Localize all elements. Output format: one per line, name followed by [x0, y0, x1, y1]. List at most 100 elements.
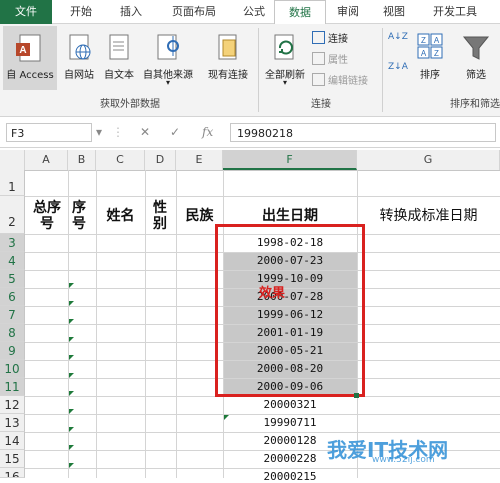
row-header-14[interactable]: 14	[0, 432, 25, 450]
tab-data[interactable]: 数据	[274, 0, 326, 26]
existing-connections-icon	[218, 34, 237, 60]
watermark-url: www.52ij.com	[372, 455, 435, 465]
tab-page-layout[interactable]: 页面布局	[158, 0, 230, 24]
svg-text:A: A	[421, 49, 427, 58]
header-convert-standard-date: 转换成标准日期	[379, 208, 478, 224]
cell-f12[interactable]: 20000321	[223, 398, 357, 411]
other-sources-icon	[157, 34, 179, 60]
fill-handle[interactable]	[354, 393, 359, 398]
tab-view[interactable]: 视图	[372, 0, 416, 24]
column-header-b[interactable]: B	[68, 150, 96, 170]
formula-input[interactable]: 19980218	[230, 123, 496, 142]
column-header-d[interactable]: D	[145, 150, 176, 170]
group-label-external-data: 获取外部数据	[100, 99, 160, 110]
cell-f16[interactable]: 20000215	[223, 470, 357, 483]
edit-links-label: 编辑链接	[328, 76, 368, 87]
row-header-5[interactable]: 5	[0, 270, 25, 288]
error-indicator-icon	[224, 415, 229, 420]
row-header-9[interactable]: 9	[0, 342, 25, 360]
grid-line	[25, 468, 500, 469]
header-ethnicity: 民族	[185, 208, 214, 224]
column-header-e[interactable]: E	[176, 150, 223, 170]
edit-links-button[interactable]: 编辑链接	[312, 72, 368, 87]
svg-text:A: A	[19, 45, 26, 56]
edit-links-icon	[312, 73, 325, 86]
row-header-6[interactable]: 6	[0, 288, 25, 306]
row-header-10[interactable]: 10	[0, 360, 25, 378]
filter-label: 筛选	[466, 70, 486, 81]
row-header-1[interactable]: 1	[0, 170, 25, 196]
worksheet-grid: A B C D E F G 1 2 3 4 5 6 7 8 9 10 11 12…	[0, 150, 500, 483]
grid-line	[25, 432, 500, 433]
cell-f13[interactable]: 19990711	[223, 416, 357, 429]
row-header-8[interactable]: 8	[0, 324, 25, 342]
row-header-12[interactable]: 12	[0, 396, 25, 414]
row-header-16[interactable]: 16	[0, 468, 25, 478]
row-header-13[interactable]: 13	[0, 414, 25, 432]
properties-icon	[312, 52, 325, 65]
header-birth-date: 出生日期	[262, 208, 318, 224]
insert-function-icon[interactable]: fx	[202, 125, 213, 139]
properties-button[interactable]: 属性	[312, 51, 348, 66]
existing-connections-label: 现有连接	[208, 70, 248, 81]
name-box-dropdown-icon[interactable]: ▾	[96, 125, 102, 139]
column-header-a[interactable]: A	[25, 150, 68, 170]
highlight-box	[215, 224, 365, 397]
tab-file[interactable]: 文件	[0, 0, 52, 24]
row-header-4[interactable]: 4	[0, 252, 25, 270]
error-indicator-icon	[69, 301, 74, 306]
error-indicator-icon	[69, 463, 74, 468]
from-access-button[interactable]: A 自 Access	[3, 26, 57, 90]
formula-bar-dots-icon: ⋮	[112, 125, 124, 139]
row-header-15[interactable]: 15	[0, 450, 25, 468]
properties-label: 属性	[328, 55, 348, 66]
tab-developer[interactable]: 开发工具	[420, 0, 490, 24]
svg-text:Z: Z	[421, 36, 426, 45]
row-header-7[interactable]: 7	[0, 306, 25, 324]
sort-button[interactable]: Z A A Z 排序	[410, 26, 450, 90]
header-total-index: 总序号	[33, 200, 61, 232]
effect-annotation: 效果	[259, 286, 286, 301]
column-header-g[interactable]: G	[357, 150, 500, 170]
tab-home[interactable]: 开始	[56, 0, 106, 24]
from-other-sources-button[interactable]: 自其他来源 ▾	[138, 26, 198, 90]
from-access-label: 自 Access	[6, 70, 54, 81]
group-label-connections: 连接	[311, 99, 331, 110]
tab-insert[interactable]: 插入	[108, 0, 154, 24]
sort-az-icon: A↓Z	[388, 32, 408, 42]
row-header-3[interactable]: 3	[0, 234, 25, 252]
error-indicator-icon	[69, 409, 74, 414]
web-icon	[69, 34, 91, 60]
filter-button[interactable]: 筛选	[454, 26, 498, 90]
sort-za-icon: Z↓A	[388, 62, 408, 72]
formula-bar: F3 ▾ ⋮ ✕ ✓ fx 19980218	[0, 117, 500, 148]
error-indicator-icon	[69, 427, 74, 432]
sort-label: 排序	[420, 70, 440, 81]
tab-formulas[interactable]: 公式	[232, 0, 276, 24]
row-header-2[interactable]: 2	[0, 196, 25, 234]
refresh-all-button[interactable]: 全部刷新 ▾	[262, 26, 308, 90]
link-icon	[312, 31, 325, 44]
error-indicator-icon	[69, 355, 74, 360]
from-web-button[interactable]: 自网站	[60, 26, 98, 90]
refresh-icon	[274, 34, 294, 60]
sort-az-button[interactable]: A↓Z	[388, 32, 408, 42]
name-box[interactable]: F3	[6, 123, 92, 142]
svg-text:A: A	[434, 36, 440, 45]
existing-connections-button[interactable]: 现有连接	[202, 26, 254, 90]
column-header-f[interactable]: F	[223, 150, 357, 170]
row-header-11[interactable]: 11	[0, 378, 25, 396]
error-indicator-icon	[69, 337, 74, 342]
column-header-c[interactable]: C	[96, 150, 145, 170]
tab-review[interactable]: 审阅	[326, 0, 370, 24]
sort-za-button[interactable]: Z↓A	[388, 62, 408, 72]
ribbon: A 自 Access 自网站 自文本 自其他来源 ▾ 现有连接 获取外部数据 全…	[0, 24, 500, 117]
from-text-button[interactable]: 自文本	[100, 26, 138, 90]
connections-button[interactable]: 连接	[312, 30, 348, 45]
enter-icon[interactable]: ✓	[170, 125, 180, 139]
svg-text:Z: Z	[434, 49, 439, 58]
cancel-icon[interactable]: ✕	[140, 125, 150, 139]
select-all-corner[interactable]	[0, 150, 25, 170]
error-indicator-icon	[69, 319, 74, 324]
error-indicator-icon	[69, 445, 74, 450]
